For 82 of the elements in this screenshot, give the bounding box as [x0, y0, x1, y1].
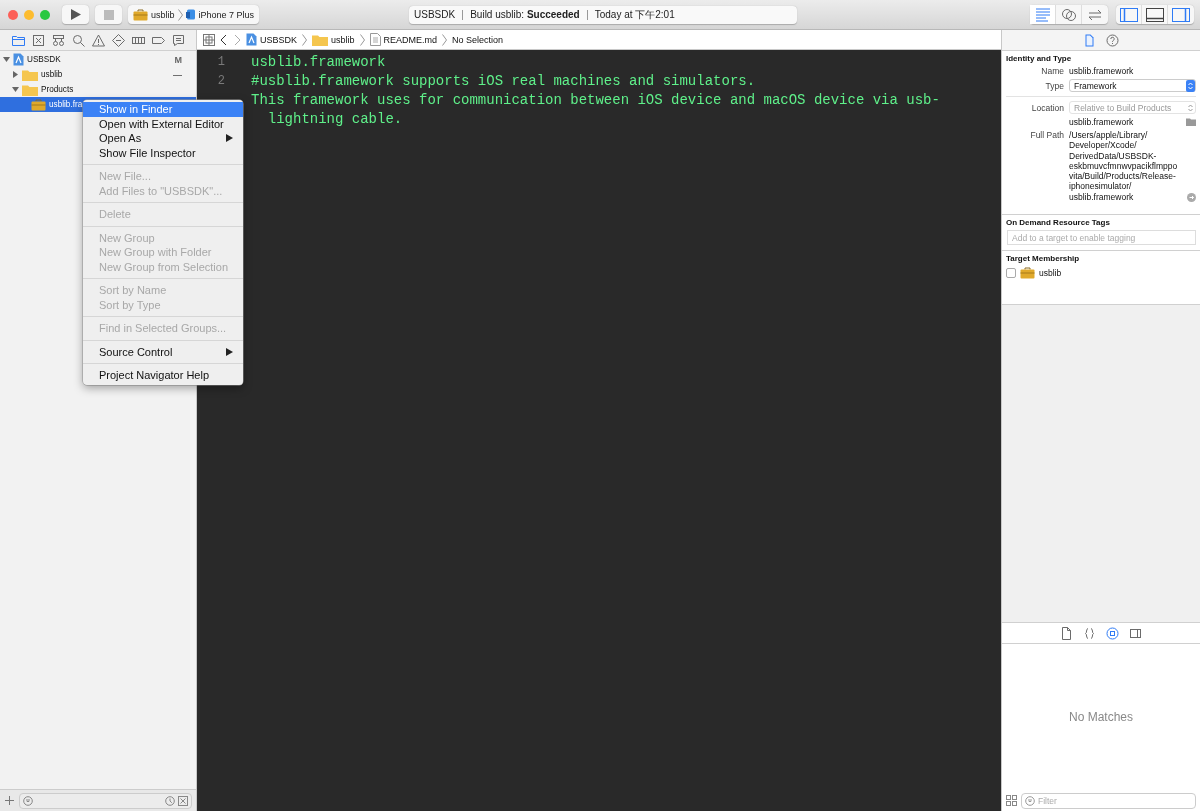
arrow-circle-icon[interactable]	[1187, 193, 1196, 203]
chevron-icon	[177, 8, 183, 21]
warning-icon[interactable]	[89, 32, 107, 48]
expanded-triangle-icon[interactable]	[12, 86, 19, 93]
code-line: #usblib.framework supports iOS real machines and simulators.	[251, 72, 756, 91]
file-name[interactable]: usblib	[41, 70, 63, 79]
line-number: 1	[216, 54, 226, 71]
briefcase-icon	[1020, 267, 1035, 280]
path-item[interactable]: USBSDK	[260, 34, 297, 45]
right-panel-icon	[1171, 5, 1191, 24]
menu-item[interactable]: Open with External Editor	[83, 116, 243, 131]
diamond-icon[interactable]	[109, 32, 127, 48]
menu-item[interactable]: Show File Inspector	[83, 145, 243, 160]
chevron-icon	[302, 33, 307, 46]
file-name[interactable]: usblib.fra	[49, 100, 83, 109]
lines-icon	[1033, 5, 1052, 24]
menu-item[interactable]: Project Navigator Help	[83, 368, 243, 383]
type-dropdown[interactable]: Framework	[1069, 79, 1196, 92]
section-title: Target Membership	[1006, 254, 1081, 264]
folder-icon[interactable]	[1186, 118, 1196, 126]
scheme-selector[interactable]: usblib iPhone 7 Plus	[128, 5, 260, 24]
location-file: usblib.framework	[1069, 117, 1134, 127]
field-label: Full Path	[1029, 130, 1064, 140]
run-button[interactable]	[62, 5, 89, 24]
filter-icon	[23, 795, 33, 806]
collapsed-triangle-icon[interactable]	[12, 71, 19, 78]
project-name: USBSDK	[414, 9, 456, 20]
path-item[interactable]: README.md	[383, 34, 438, 45]
back-icon[interactable]	[220, 33, 228, 46]
folder-icon	[312, 33, 328, 46]
path-item[interactable]: usblib	[331, 34, 355, 45]
grid-icon[interactable]	[203, 33, 215, 46]
menu-item[interactable]: Show in Finder	[83, 102, 243, 117]
checkbox[interactable]	[1006, 268, 1016, 279]
line-number: 2	[216, 73, 226, 90]
target-icon[interactable]	[1105, 625, 1120, 641]
grid-view-icon[interactable]	[1006, 795, 1017, 806]
code-line: usblib.framework	[251, 53, 386, 72]
standard-editor-button[interactable]	[1030, 5, 1056, 24]
field-label: Location	[1030, 102, 1064, 113]
device-icon	[185, 9, 196, 20]
section-title: Identity and Type	[1006, 54, 1073, 63]
square-x-icon[interactable]	[178, 795, 188, 806]
clock-icon[interactable]	[165, 795, 175, 806]
target-name: usblib	[1039, 268, 1062, 279]
filter-icon	[1025, 795, 1035, 806]
left-panel-icon	[1118, 5, 1139, 24]
close-button[interactable]	[8, 9, 18, 20]
play-icon	[70, 9, 81, 20]
file-icon[interactable]	[1059, 625, 1074, 641]
field-label: Type	[1044, 80, 1064, 91]
menu-item[interactable]: Source Control	[83, 344, 243, 359]
field-label: Name	[1040, 66, 1064, 76]
folder-icon	[22, 68, 38, 81]
full-path: /Users/apple/Library/Developer/Xcode/DerivedData/USBSDK-eskbmuvcfmnwvpacikflmppovita/Build/Products/Release-iphonesimulator/usblib.framework	[1069, 130, 1179, 203]
status-label: —	[173, 69, 182, 80]
briefcase-icon	[31, 98, 46, 111]
briefcase-icon	[133, 8, 148, 21]
expanded-triangle-icon[interactable]	[3, 56, 10, 63]
empty-message: No Matches	[1069, 710, 1133, 724]
plus-icon[interactable]	[4, 795, 15, 806]
stepper-icon	[1186, 79, 1195, 92]
project-icon	[246, 33, 257, 46]
chevron-icon	[359, 33, 365, 46]
menu-item[interactable]: Open As	[83, 131, 243, 146]
file-name[interactable]: Products	[41, 85, 74, 94]
code-line: This framework uses for communication between iOS device and macOS device via usb-lightning cable.	[251, 91, 941, 129]
file-name[interactable]: USBSDK	[27, 55, 61, 64]
chevron-icon	[442, 33, 448, 46]
stop-icon	[103, 9, 114, 20]
file-icon	[369, 33, 381, 46]
forward-icon[interactable]	[233, 33, 241, 46]
path-item[interactable]: No Selection	[452, 34, 504, 45]
build-status: Build usblib: Succeeded	[470, 9, 580, 20]
status-label: M	[174, 54, 182, 65]
name-value: usblib.framework	[1069, 66, 1135, 76]
filter-field[interactable]	[19, 792, 192, 809]
build-time: Today at 下午2:01	[594, 7, 675, 22]
project-icon	[13, 53, 24, 66]
section-title: On Demand Resource Tags	[1006, 218, 1111, 228]
bottom-panel-icon	[1144, 5, 1165, 24]
help-icon[interactable]	[1105, 32, 1120, 48]
